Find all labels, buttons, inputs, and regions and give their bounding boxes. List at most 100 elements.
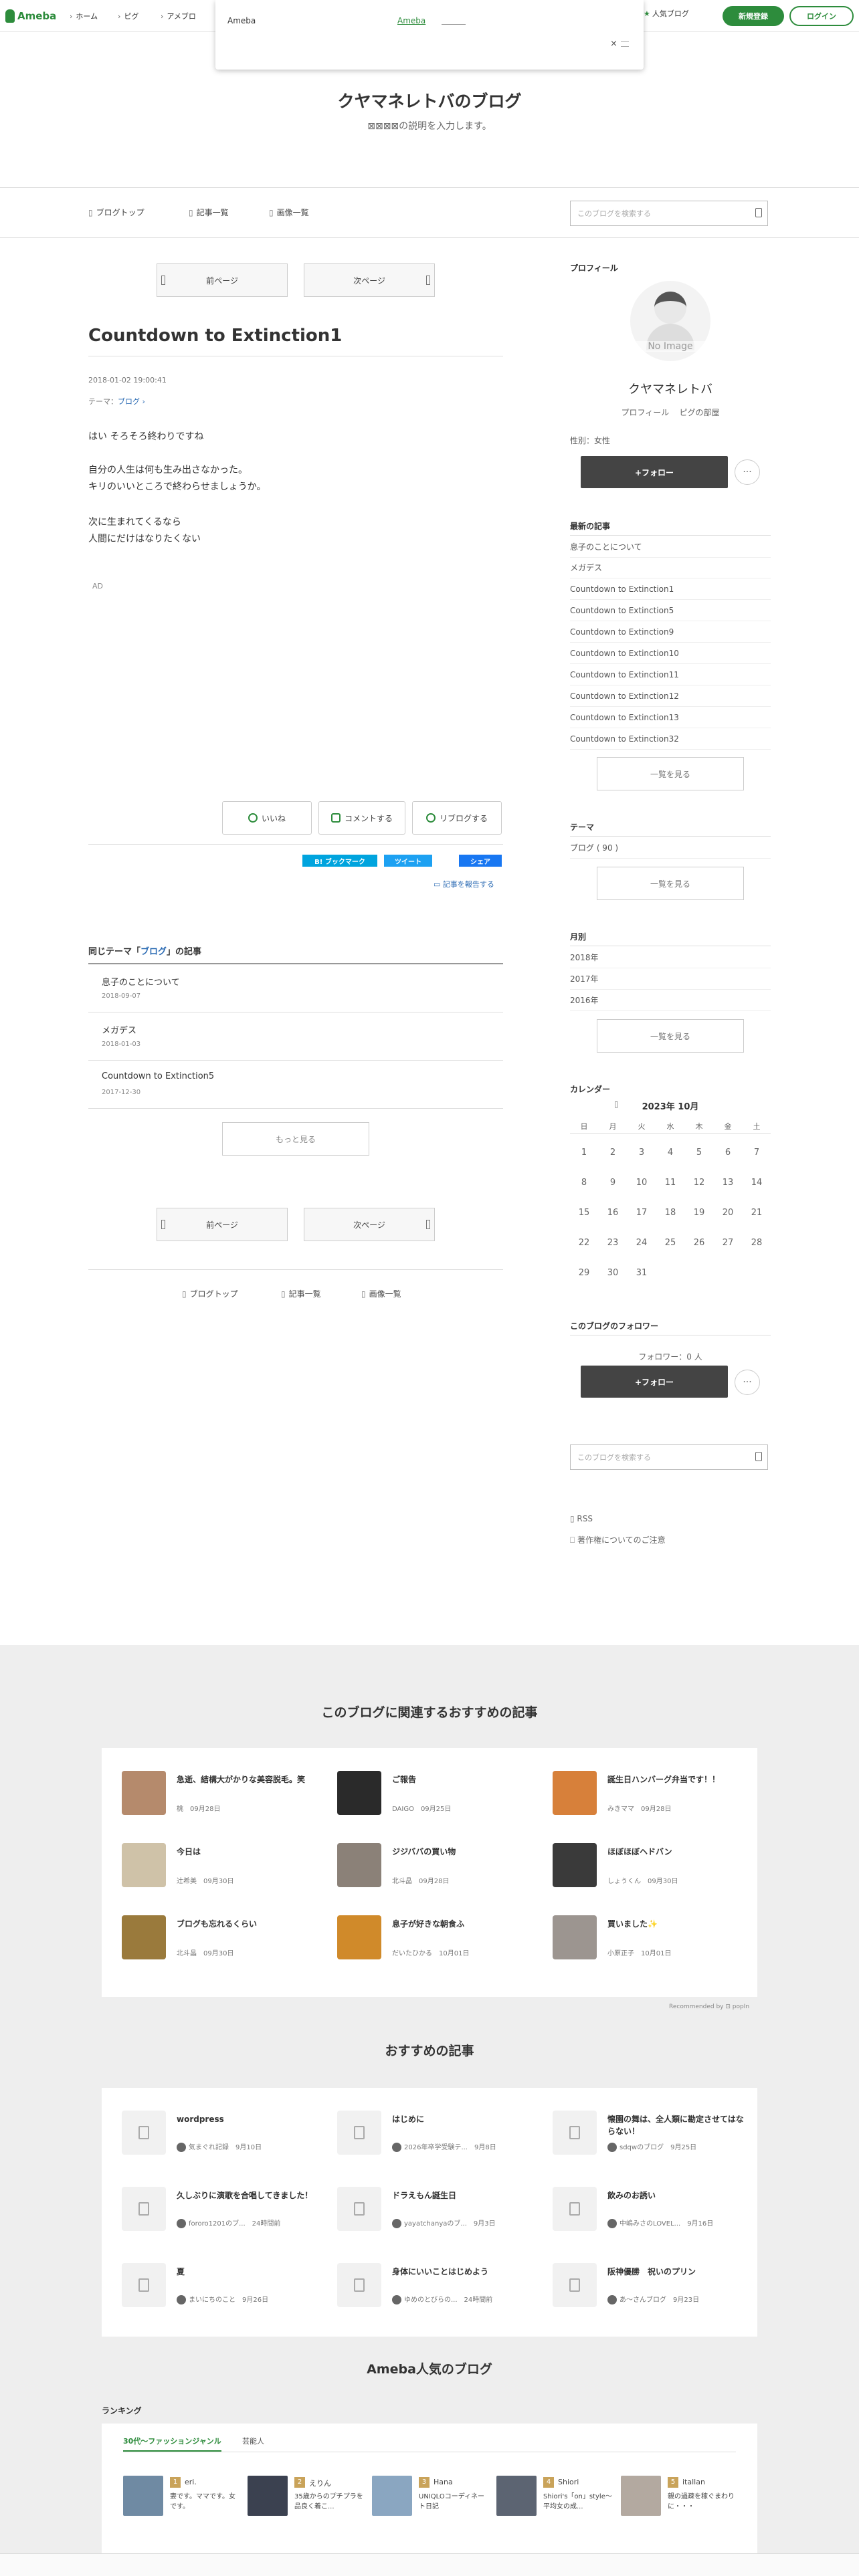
related-item[interactable]: Countdown to Extinction5 2017-12-30 <box>88 1061 503 1109</box>
calendar-day[interactable]: 14 <box>743 1178 771 1188</box>
osusume-item[interactable]: 夏まいにちのこと 9月26日 <box>122 2263 322 2310</box>
recent-entry[interactable]: Countdown to Extinction5 <box>570 601 771 621</box>
profile-name[interactable]: クヤマネレトバ <box>570 380 771 397</box>
related-theme-link[interactable]: ブログ <box>140 947 167 957</box>
popular-blogs-link[interactable]: 人気ブログ <box>644 8 689 19</box>
calendar-day[interactable]: 11 <box>656 1178 684 1188</box>
nav-image-list[interactable]: 画像一覧 <box>361 1288 401 1299</box>
rss-link[interactable]: RSS <box>570 1514 593 1523</box>
recommend-item[interactable]: ジジババの買い物 北斗晶 09月28日 <box>337 1843 538 1890</box>
register-button[interactable]: 新規登録 <box>723 6 784 26</box>
calendar-day[interactable]: 25 <box>656 1238 684 1248</box>
calendar-day[interactable]: 5 <box>685 1148 713 1158</box>
theme-view-all-button[interactable]: 一覧を見る <box>597 867 744 900</box>
search-icon[interactable] <box>755 1452 762 1461</box>
related-item[interactable]: 息子のことについて 2018-09-07 <box>88 964 503 1012</box>
comment-button[interactable]: コメントする <box>318 801 405 835</box>
pigg-room-link[interactable]: ピグの部屋 <box>680 408 720 417</box>
recent-entry[interactable]: 息子のことについて <box>570 537 771 558</box>
osusume-item[interactable]: 阪神優勝 祝いのプリン あ〜さんブログ 9月23日 <box>553 2263 753 2310</box>
recommend-item[interactable]: ブログも忘れるくらい 北斗晶 09月30日 <box>122 1915 322 1962</box>
more-button[interactable]: もっと見る <box>222 1122 369 1156</box>
calendar-day[interactable]: 16 <box>599 1208 627 1218</box>
close-icon[interactable]: × <box>610 39 617 49</box>
calendar-day[interactable]: 4 <box>656 1148 684 1158</box>
calendar-day[interactable]: 24 <box>628 1238 656 1248</box>
recent-entry[interactable]: Countdown to Extinction10 <box>570 643 771 664</box>
nav-pigg-link[interactable]: ピグ <box>118 11 138 21</box>
osusume-item[interactable]: ドラえもん誕生日 yayatchanyaのブ... 9月3日 <box>337 2187 538 2234</box>
theme-item[interactable]: ブログ ( 90 ) <box>570 838 771 859</box>
recent-view-all-button[interactable]: 一覧を見る <box>597 757 744 790</box>
tab-celebrity[interactable]: 芸能人 <box>242 2436 264 2446</box>
osusume-item[interactable]: 懐園の舞は、全人類に勘定させてはならない！ sdqwのブログ 9月25日 <box>553 2111 753 2157</box>
prev-page-button[interactable]: 前ページ <box>157 1208 288 1241</box>
recommend-item[interactable]: ご報告 DAIGO 09月25日 <box>337 1771 538 1818</box>
copyright-link[interactable]: 著作権についてのご注意 <box>570 1534 666 1545</box>
recent-entry[interactable]: Countdown to Extinction32 <box>570 729 771 750</box>
calendar-day[interactable]: 27 <box>714 1238 742 1248</box>
monthly-view-all-button[interactable]: 一覧を見る <box>597 1019 744 1053</box>
recommend-item[interactable]: 急逝、結構大がかりな美容脱毛。笑桃 09月28日 <box>122 1771 322 1818</box>
hatena-bookmark-button[interactable]: B! ブックマーク <box>302 855 377 867</box>
month-item[interactable]: 2018年 <box>570 948 771 968</box>
tab-fashion[interactable]: 30代〜ファッションジャンル <box>123 2436 221 2452</box>
calendar-day[interactable]: 1 <box>570 1148 598 1158</box>
next-page-button[interactable]: 次ページ <box>304 1208 435 1241</box>
blog-title[interactable]: クヤマネレトバのブログ <box>0 88 859 112</box>
calendar-day[interactable]: 19 <box>685 1208 713 1218</box>
profile-link[interactable]: プロフィール <box>621 408 669 417</box>
follow-button[interactable]: +フォロー <box>581 456 728 488</box>
recent-entry[interactable]: Countdown to Extinction1 <box>570 579 771 600</box>
popup-link[interactable]: Ameba <box>397 16 425 25</box>
report-entry-link[interactable]: 記事を報告する <box>434 879 494 889</box>
nav-blog-top[interactable]: ブログトップ <box>88 207 145 218</box>
osusume-item[interactable]: 久しぶりに演歌を合唱してきました！ fororo1201のブ... 24時間前 <box>122 2187 322 2234</box>
nav-entry-list[interactable]: 記事一覧 <box>189 207 229 218</box>
reblog-button[interactable]: リブログする <box>412 801 502 835</box>
recommend-item[interactable]: 買いました✨ 小原正子 10月01日 <box>553 1915 753 1962</box>
calendar-day[interactable]: 26 <box>685 1238 713 1248</box>
calendar-day[interactable]: 3 <box>628 1148 656 1158</box>
ranking-item[interactable]: 1 eri. 妻です。ママです。女です。 <box>123 2476 244 2516</box>
calendar-day[interactable]: 17 <box>628 1208 656 1218</box>
recommend-item[interactable]: 今日は 辻希美 09月30日 <box>122 1843 322 1890</box>
recent-entry[interactable]: Countdown to Extinction12 <box>570 686 771 707</box>
calendar-day[interactable]: 12 <box>685 1178 713 1188</box>
calendar-day[interactable]: 2 <box>599 1148 627 1158</box>
recent-entry[interactable]: Countdown to Extinction11 <box>570 665 771 685</box>
next-page-button[interactable]: 次ページ <box>304 263 435 297</box>
calendar-day[interactable]: 28 <box>743 1238 771 1248</box>
calendar-day[interactable]: 21 <box>743 1208 771 1218</box>
month-item[interactable]: 2017年 <box>570 969 771 990</box>
nav-home-link[interactable]: ホーム <box>70 11 98 21</box>
ranking-item[interactable]: 2 えりん 35歳からのプチプラを品良く着こ... <box>248 2476 368 2516</box>
avatar[interactable]: No Image <box>630 281 710 361</box>
calendar-day[interactable]: 6 <box>714 1148 742 1158</box>
facebook-share-button[interactable]: シェア <box>459 855 502 867</box>
like-button[interactable]: いいね <box>222 801 312 835</box>
ranking-item[interactable]: 4 Shiori Shiori's「on」style〜平均女の成... <box>496 2476 617 2516</box>
recent-entry[interactable]: Countdown to Extinction13 <box>570 708 771 728</box>
nav-image-list[interactable]: 画像一覧 <box>269 207 309 218</box>
nav-blog-top[interactable]: ブログトップ <box>182 1288 238 1299</box>
recommend-item[interactable]: 息子が好きな朝食ふ だいたひかる 10月01日 <box>337 1915 538 1962</box>
osusume-item[interactable]: 飲みのお誘い 中嶋みさのLOVEL... 9月16日 <box>553 2187 753 2234</box>
prev-page-button[interactable]: 前ページ <box>157 263 288 297</box>
calendar-day[interactable]: 20 <box>714 1208 742 1218</box>
ameba-logo[interactable]: Ameba <box>5 8 56 24</box>
tweet-button[interactable]: ツイート <box>384 855 432 867</box>
theme-link[interactable]: ブログ <box>118 397 140 406</box>
follow-button[interactable]: +フォロー <box>581 1366 728 1398</box>
nav-entry-list[interactable]: 記事一覧 <box>281 1288 321 1299</box>
calendar-day[interactable]: 13 <box>714 1178 742 1188</box>
calendar-day[interactable]: 8 <box>570 1178 598 1188</box>
calendar-day[interactable]: 18 <box>656 1208 684 1218</box>
search-icon[interactable] <box>755 208 762 217</box>
calendar-day[interactable]: 10 <box>628 1178 656 1188</box>
calendar-day[interactable]: 15 <box>570 1208 598 1218</box>
month-item[interactable]: 2016年 <box>570 990 771 1011</box>
calendar-day[interactable]: 29 <box>570 1268 598 1278</box>
entry-title[interactable]: Countdown to Extinction1 <box>88 326 342 346</box>
osusume-item[interactable]: 身体にいいことはじめよう ゆめのとびらの... 24時間前 <box>337 2263 538 2310</box>
